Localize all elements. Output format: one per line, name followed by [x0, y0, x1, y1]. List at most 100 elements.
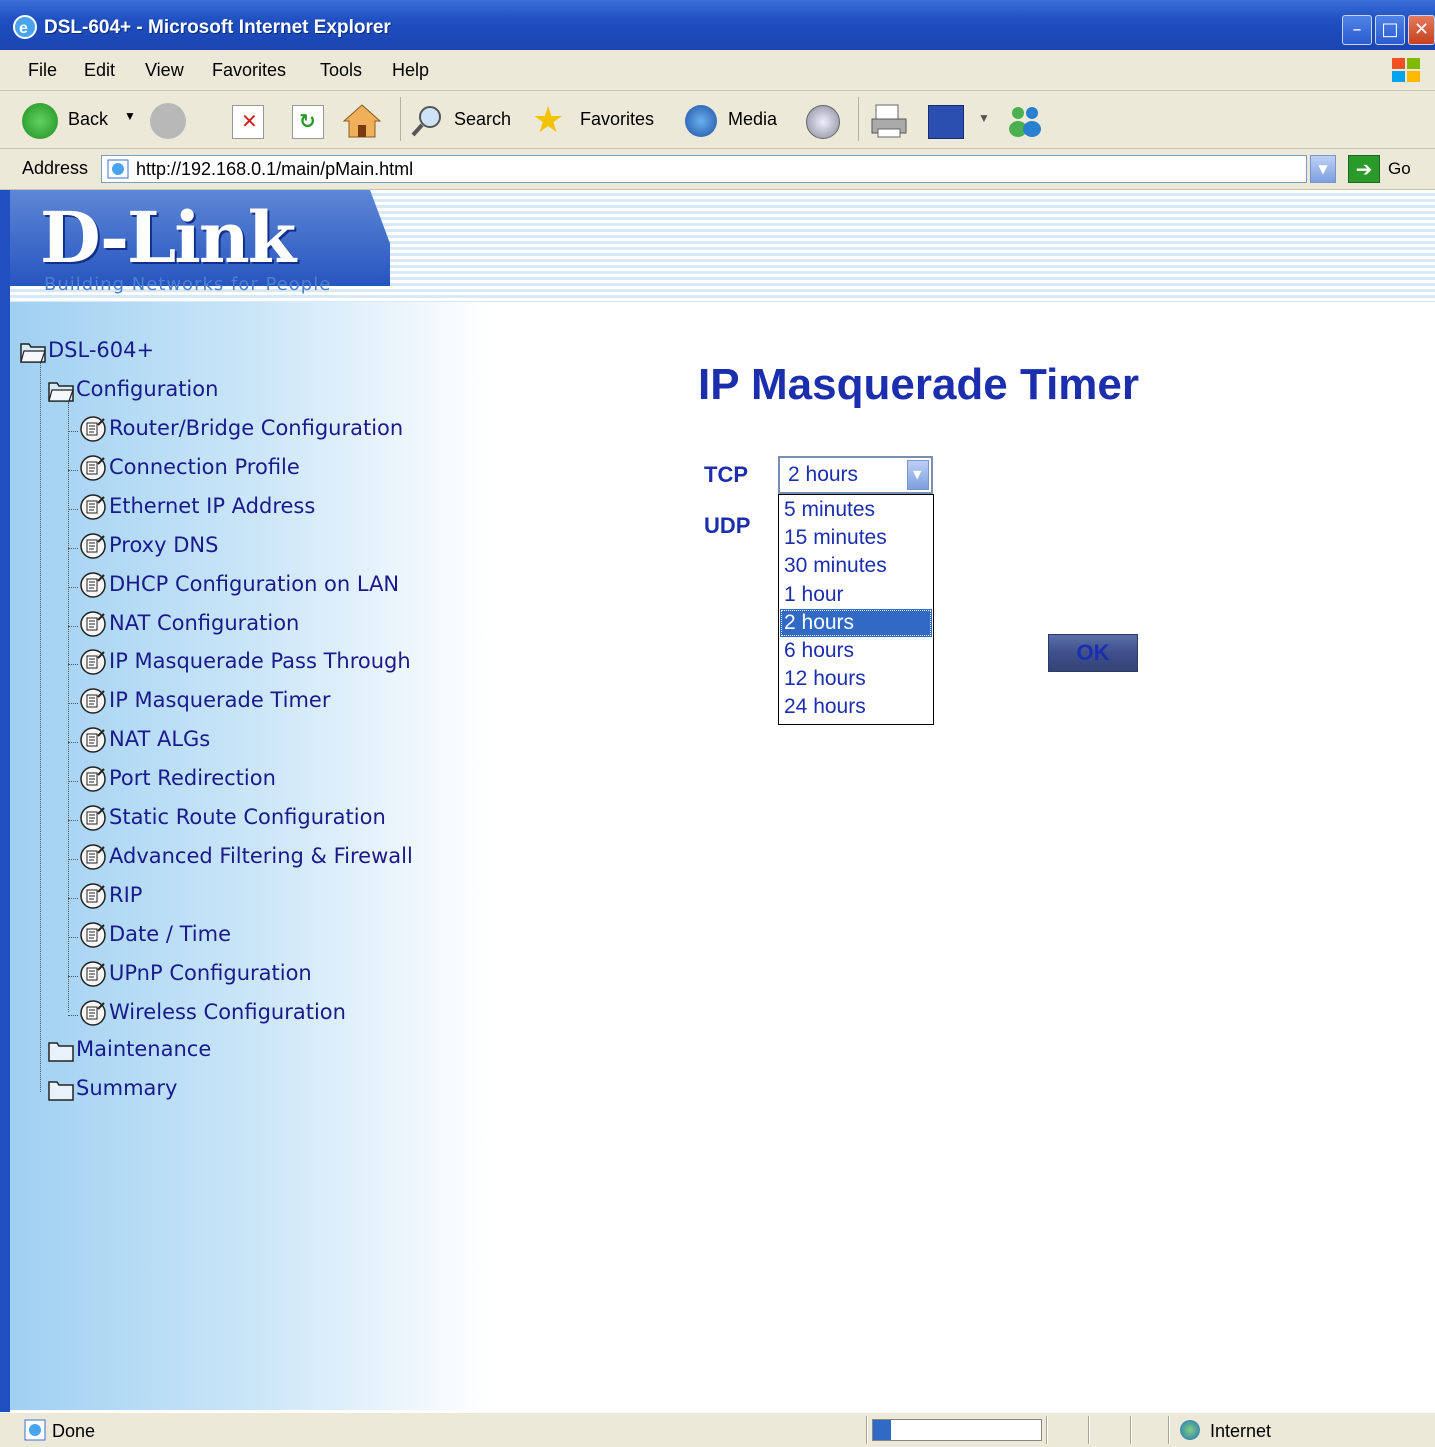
print-icon[interactable] — [870, 103, 910, 139]
tree-item-1[interactable]: Connection Profile — [78, 454, 300, 482]
dropdown-option[interactable]: 24 hours — [780, 693, 932, 721]
tree-item-label: Connection Profile — [109, 454, 300, 479]
window-frame-left — [0, 50, 10, 1446]
tree-item-label: DHCP Configuration on LAN — [109, 571, 400, 596]
dropdown-option[interactable]: 30 minutes — [780, 552, 932, 580]
tree-item-0[interactable]: Router/Bridge Configuration — [78, 415, 403, 443]
tree-connector — [68, 625, 78, 627]
stop-icon[interactable]: ✕ — [232, 105, 264, 139]
tree-item-5[interactable]: NAT Configuration — [78, 610, 299, 638]
tree-connector — [68, 586, 78, 588]
tree-item-3[interactable]: Proxy DNS — [78, 532, 218, 560]
tree-item-10[interactable]: Static Route Configuration — [78, 804, 386, 832]
folder-icon — [48, 1077, 74, 1101]
tree-connector — [68, 820, 78, 821]
page-link-icon — [78, 532, 108, 560]
minimize-button[interactable]: – — [1342, 15, 1372, 45]
ok-button[interactable]: OK — [1048, 634, 1138, 672]
tree-item-2[interactable]: Ethernet IP Address — [78, 493, 315, 521]
dropdown-option[interactable]: 5 minutes — [780, 496, 932, 524]
page-link-icon — [78, 726, 108, 754]
tree-item-label: NAT ALGs — [109, 727, 211, 752]
dropdown-option[interactable]: 1 hour — [780, 581, 932, 609]
tree-connector — [68, 858, 78, 860]
folder-icon — [48, 1038, 74, 1062]
edit-dropdown-icon[interactable]: ▼ — [978, 111, 990, 125]
page-link-icon — [78, 493, 108, 521]
page-link-icon — [78, 648, 108, 676]
tcp-label: TCP — [704, 462, 748, 487]
address-input[interactable]: http://192.168.0.1/main/pMain.html — [101, 155, 1307, 183]
search-icon[interactable] — [410, 103, 446, 139]
tree-item-label: IP Masquerade Pass Through — [109, 649, 411, 674]
go-button[interactable]: Go — [1388, 159, 1411, 179]
page-link-icon — [78, 960, 108, 988]
maximize-button[interactable]: □ — [1375, 15, 1405, 45]
tree-connector — [68, 936, 78, 938]
dropdown-option[interactable]: 15 minutes — [780, 524, 932, 552]
forward-arrow-icon[interactable] — [150, 103, 186, 139]
tree-item-4[interactable]: DHCP Configuration on LAN — [78, 571, 399, 599]
menu-edit[interactable]: Edit — [84, 60, 115, 81]
tree-item-label: Proxy DNS — [109, 532, 219, 557]
toolbar-separator — [400, 97, 401, 141]
folder-open-icon — [20, 339, 46, 363]
tree-item-6[interactable]: IP Masquerade Pass Through — [78, 648, 411, 676]
tree-connector — [68, 781, 78, 783]
tree-item-13[interactable]: Date / Time — [78, 921, 231, 949]
dlink-banner: D-Link Building Networks for People — [10, 190, 1435, 302]
menu-favorites[interactable]: Favorites — [212, 60, 286, 81]
tree-item-9[interactable]: Port Redirection — [78, 765, 276, 793]
menu-view[interactable]: View — [145, 60, 184, 81]
dropdown-option[interactable]: 12 hours — [780, 665, 932, 693]
favorites-button[interactable]: Favorites — [580, 109, 654, 130]
tree-connector — [68, 508, 78, 510]
zone-text: Internet — [1210, 1421, 1272, 1441]
media-button[interactable]: Media — [728, 109, 777, 130]
tree-connector — [68, 975, 78, 977]
tree-item-7[interactable]: IP Masquerade Timer — [78, 687, 330, 715]
tree-folder-configuration[interactable]: Configuration — [48, 377, 218, 402]
media-icon[interactable] — [685, 105, 717, 137]
tree-item-12[interactable]: RIP — [78, 882, 142, 910]
tree-item-15[interactable]: Wireless Configuration — [78, 999, 346, 1027]
search-button[interactable]: Search — [454, 109, 511, 130]
favorites-star-icon[interactable]: ★ — [532, 99, 564, 141]
menu-help[interactable]: Help — [392, 60, 429, 81]
menu-file[interactable]: File — [28, 60, 57, 81]
page-link-icon — [78, 571, 108, 599]
tree-connector — [68, 547, 78, 549]
tree-folder-maintenance[interactable]: Maintenance — [48, 1037, 211, 1062]
tree-item-11[interactable]: Advanced Filtering & Firewall — [78, 843, 413, 871]
tree-folder-summary[interactable]: Summary — [48, 1076, 177, 1101]
back-button[interactable]: Back — [68, 109, 108, 130]
folder-open-icon — [48, 378, 74, 402]
address-dropdown-icon[interactable]: ▼ — [1310, 155, 1336, 183]
status-bar: Done Internet — [0, 1412, 1435, 1447]
go-arrow-icon[interactable]: ➔ — [1348, 155, 1380, 183]
home-icon[interactable] — [342, 103, 382, 139]
tree-item-label: Advanced Filtering & Firewall — [109, 843, 413, 868]
refresh-icon[interactable]: ↻ — [292, 105, 324, 139]
chevron-down-icon[interactable]: ▼ — [907, 460, 929, 490]
back-dropdown-icon[interactable]: ▼ — [124, 109, 136, 123]
dropdown-option[interactable]: 2 hours — [780, 608, 932, 637]
tree-item-8[interactable]: NAT ALGs — [78, 726, 210, 754]
history-icon[interactable] — [806, 105, 840, 139]
tree-connector — [68, 431, 78, 432]
close-button[interactable]: ✕ — [1408, 15, 1435, 45]
tree-connector — [68, 742, 78, 744]
tree-root-dsl-604[interactable]: DSL-604+ — [20, 338, 154, 363]
page-link-icon — [78, 765, 108, 793]
dropdown-option[interactable]: 6 hours — [780, 637, 932, 665]
back-arrow-icon[interactable] — [22, 103, 58, 139]
messenger-icon[interactable] — [1006, 103, 1046, 139]
tree-item-14[interactable]: UPnP Configuration — [78, 960, 312, 988]
page-link-icon — [78, 882, 108, 910]
menu-bar: File Edit View Favorites Tools Help — [0, 50, 1435, 91]
title-bar: e DSL-604+ - Microsoft Internet Explorer… — [0, 0, 1435, 50]
menu-tools[interactable]: Tools — [320, 60, 362, 81]
tcp-timer-select[interactable]: 2 hours ▼ — [778, 456, 933, 494]
edit-icon[interactable] — [928, 105, 964, 139]
tree-item-label: Static Route Configuration — [109, 805, 386, 829]
